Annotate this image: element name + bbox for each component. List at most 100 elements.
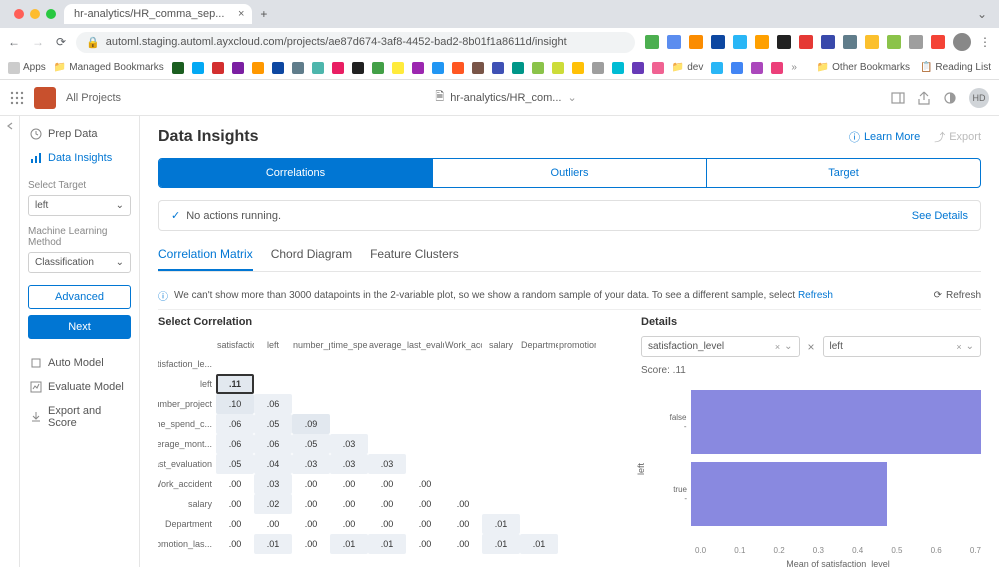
bookmark-icon[interactable] xyxy=(552,62,564,74)
bookmark-icon[interactable] xyxy=(751,62,763,74)
matrix-cell[interactable]: .06 xyxy=(254,434,292,454)
matrix-cell[interactable]: .05 xyxy=(216,454,254,474)
theme-icon[interactable] xyxy=(943,91,957,105)
bookmark-icon[interactable] xyxy=(512,62,524,74)
matrix-cell[interactable] xyxy=(330,394,368,414)
bookmark-icon[interactable] xyxy=(572,62,584,74)
matrix-cell[interactable]: .00 xyxy=(330,494,368,514)
matrix-cell[interactable] xyxy=(558,494,596,514)
matrix-cell[interactable] xyxy=(520,474,558,494)
matrix-cell[interactable]: .00 xyxy=(406,474,444,494)
matrix-cell[interactable]: .01 xyxy=(482,534,520,554)
matrix-cell[interactable] xyxy=(444,394,482,414)
bookmark-icon[interactable] xyxy=(612,62,624,74)
matrix-cell[interactable]: .00 xyxy=(406,534,444,554)
close-window-icon[interactable] xyxy=(14,9,24,19)
matrix-cell[interactable] xyxy=(558,534,596,554)
ext-icon[interactable] xyxy=(821,35,835,49)
subtab-chord[interactable]: Chord Diagram xyxy=(271,241,352,271)
bookmark-icon[interactable] xyxy=(771,62,783,74)
bookmark-icon[interactable] xyxy=(532,62,544,74)
matrix-cell[interactable] xyxy=(558,414,596,434)
sidebar-item-export[interactable]: Export and Score xyxy=(28,399,131,435)
matrix-cell[interactable]: .00 xyxy=(444,494,482,514)
ext-icon[interactable] xyxy=(645,35,659,49)
url-input[interactable]: 🔒 automl.staging.automl.ayxcloud.com/pro… xyxy=(76,32,635,53)
chevron-down-icon[interactable]: ⌄ xyxy=(567,91,576,104)
bookmark-icon[interactable] xyxy=(272,62,284,74)
matrix-cell[interactable]: .00 xyxy=(368,494,406,514)
bookmark-icon[interactable] xyxy=(312,62,324,74)
detail-select-1[interactable]: satisfaction_level×⌄ xyxy=(641,336,800,357)
ext-icon[interactable] xyxy=(777,35,791,49)
ext-icon[interactable] xyxy=(755,35,769,49)
bookmark-icon[interactable] xyxy=(232,62,244,74)
matrix-cell[interactable] xyxy=(368,394,406,414)
matrix-cell[interactable] xyxy=(558,454,596,474)
matrix-cell[interactable]: .00 xyxy=(216,514,254,534)
other-bookmarks[interactable]: 📁Other Bookmarks xyxy=(817,62,910,73)
matrix-cell[interactable]: .00 xyxy=(292,534,330,554)
matrix-cell[interactable]: .03 xyxy=(330,454,368,474)
refresh-button[interactable]: ⟳Refresh xyxy=(934,290,981,301)
overflow-icon[interactable]: » xyxy=(791,62,797,73)
matrix-cell[interactable] xyxy=(444,454,482,474)
matrix-cell[interactable] xyxy=(482,414,520,434)
matrix-cell[interactable] xyxy=(558,514,596,534)
matrix-cell[interactable]: .11 xyxy=(216,374,254,394)
matrix-cell[interactable] xyxy=(406,454,444,474)
profile-avatar-icon[interactable] xyxy=(953,33,971,51)
matrix-cell[interactable]: .00 xyxy=(330,474,368,494)
matrix-cell[interactable] xyxy=(558,394,596,414)
subtab-matrix[interactable]: Correlation Matrix xyxy=(158,241,253,271)
ext-icon[interactable] xyxy=(909,35,923,49)
new-tab-button[interactable]: + xyxy=(252,7,275,21)
matrix-cell[interactable] xyxy=(444,354,482,374)
app-grid-icon[interactable] xyxy=(10,91,24,105)
bookmark-icon[interactable] xyxy=(292,62,304,74)
matrix-cell[interactable] xyxy=(406,414,444,434)
matrix-cell[interactable]: .03 xyxy=(330,434,368,454)
bookmark-icon[interactable] xyxy=(332,62,344,74)
matrix-cell[interactable] xyxy=(368,354,406,374)
tab-correlations[interactable]: Correlations xyxy=(159,159,433,187)
matrix-cell[interactable] xyxy=(482,394,520,414)
subtab-clusters[interactable]: Feature Clusters xyxy=(370,241,459,271)
refresh-link[interactable]: Refresh xyxy=(798,290,833,301)
matrix-cell[interactable] xyxy=(444,434,482,454)
sidebar-item-automodel[interactable]: Auto Model xyxy=(28,351,131,375)
matrix-cell[interactable]: .01 xyxy=(520,534,558,554)
ext-icon[interactable] xyxy=(667,35,681,49)
matrix-cell[interactable] xyxy=(558,474,596,494)
method-select[interactable]: Classification⌄ xyxy=(28,252,131,273)
matrix-cell[interactable]: .00 xyxy=(216,474,254,494)
learn-more-link[interactable]: ⓘLearn More xyxy=(849,129,920,145)
matrix-cell[interactable]: .00 xyxy=(216,534,254,554)
app-logo[interactable] xyxy=(34,87,56,109)
chevron-down-icon[interactable]: ⌄ xyxy=(971,7,993,21)
managed-bookmarks[interactable]: 📁Managed Bookmarks xyxy=(54,62,164,73)
panel-icon[interactable] xyxy=(891,91,905,105)
matrix-cell[interactable]: .01 xyxy=(482,514,520,534)
window-controls[interactable] xyxy=(6,9,64,19)
close-icon[interactable]: × xyxy=(808,340,815,354)
bookmark-icon[interactable] xyxy=(731,62,743,74)
matrix-cell[interactable]: .10 xyxy=(216,394,254,414)
detail-select-2[interactable]: left×⌄ xyxy=(823,336,982,357)
bookmark-icon[interactable] xyxy=(711,62,723,74)
matrix-cell[interactable] xyxy=(482,374,520,394)
matrix-cell[interactable] xyxy=(406,434,444,454)
matrix-cell[interactable] xyxy=(482,354,520,374)
ext-icon[interactable] xyxy=(711,35,725,49)
bookmark-icon[interactable] xyxy=(392,62,404,74)
bookmark-icon[interactable] xyxy=(192,62,204,74)
reload-button[interactable]: ⟳ xyxy=(56,35,66,49)
ext-icon[interactable] xyxy=(689,35,703,49)
tab-outliers[interactable]: Outliers xyxy=(433,159,707,187)
matrix-cell[interactable]: .01 xyxy=(368,534,406,554)
matrix-cell[interactable] xyxy=(520,494,558,514)
matrix-cell[interactable]: .00 xyxy=(368,474,406,494)
bookmark-icon[interactable] xyxy=(352,62,364,74)
apps-bookmark[interactable]: Apps xyxy=(8,62,46,74)
matrix-cell[interactable] xyxy=(444,374,482,394)
